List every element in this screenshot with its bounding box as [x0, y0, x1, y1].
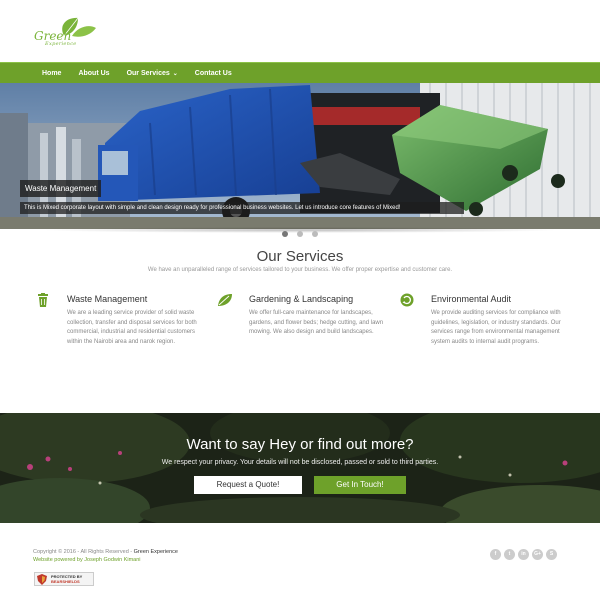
- get-in-touch-button[interactable]: Get In Touch!: [314, 476, 406, 494]
- garden-background-image: [0, 413, 600, 523]
- twitter-icon[interactable]: t: [504, 549, 515, 560]
- footer-credit-link[interactable]: Website powered by Joseph Godwin Kimani: [33, 557, 141, 563]
- security-badge[interactable]: PROTECTED BY BEARSHIELDS: [34, 572, 94, 586]
- shield-icon: [37, 574, 47, 585]
- logo-subtext: Experience: [45, 41, 77, 47]
- services-subtitle: We have an unparalleled range of service…: [147, 267, 453, 273]
- main-nav: Home About Us Our Services ⌄ Contact Us: [0, 62, 600, 83]
- service-description: We provide auditing services for complia…: [431, 310, 561, 345]
- recycle-icon: [400, 293, 414, 307]
- cta-section: [0, 413, 600, 523]
- services-heading: Our Services: [256, 248, 344, 265]
- facebook-icon[interactable]: f: [490, 549, 501, 560]
- trash-bin-icon: [38, 293, 48, 307]
- service-description: We offer full-care maintenance for lands…: [249, 310, 384, 335]
- site-header: Green Experience: [0, 0, 600, 62]
- slider-dot-1[interactable]: [282, 231, 288, 237]
- chevron-down-icon: ⌄: [172, 71, 178, 77]
- leaf-icon: [218, 294, 232, 306]
- slide-caption-text: This is Mixed corporate layout with simp…: [20, 202, 464, 214]
- nav-item-label: Home: [42, 70, 62, 77]
- service-description: We are a leading service provider of sol…: [67, 310, 197, 345]
- nav-item-label: Our Services: [126, 70, 170, 77]
- copyright-brand-link[interactable]: Green Experience: [134, 549, 178, 555]
- copyright-text: Copyright © 2016 - All Rights Reserved -: [33, 549, 134, 555]
- google-plus-icon[interactable]: G+: [532, 549, 543, 560]
- skype-icon[interactable]: S: [546, 549, 557, 560]
- nav-item-our-services[interactable]: Our Services ⌄: [127, 70, 178, 77]
- nav-item-contact-us[interactable]: Contact Us: [195, 70, 232, 77]
- slider-dot-3[interactable]: [312, 231, 318, 237]
- nav-item-label: Contact Us: [194, 70, 232, 77]
- nav-item-about-us[interactable]: About Us: [78, 70, 109, 77]
- service-title: Waste Management: [67, 294, 148, 304]
- slide-caption-title: Waste Management: [20, 180, 102, 197]
- linkedin-icon[interactable]: in: [518, 549, 529, 560]
- social-links: f t in G+ S: [490, 549, 560, 560]
- cta-heading: Want to say Hey or find out more?: [186, 436, 414, 453]
- request-quote-button[interactable]: Request a Quote!: [194, 476, 302, 494]
- service-title: Environmental Audit: [431, 294, 512, 304]
- badge-line-2: BEARSHIELDS: [51, 579, 80, 584]
- nav-item-label: About Us: [78, 70, 110, 77]
- slider-dot-2[interactable]: [297, 231, 303, 237]
- nav-item-home[interactable]: Home: [42, 70, 61, 77]
- cta-subtitle: We respect your privacy. Your details wi…: [161, 459, 439, 466]
- footer-copyright: Copyright © 2016 - All Rights Reserved -…: [33, 549, 178, 555]
- service-title: Gardening & Landscaping: [249, 294, 354, 304]
- slider-pagination: [282, 231, 327, 237]
